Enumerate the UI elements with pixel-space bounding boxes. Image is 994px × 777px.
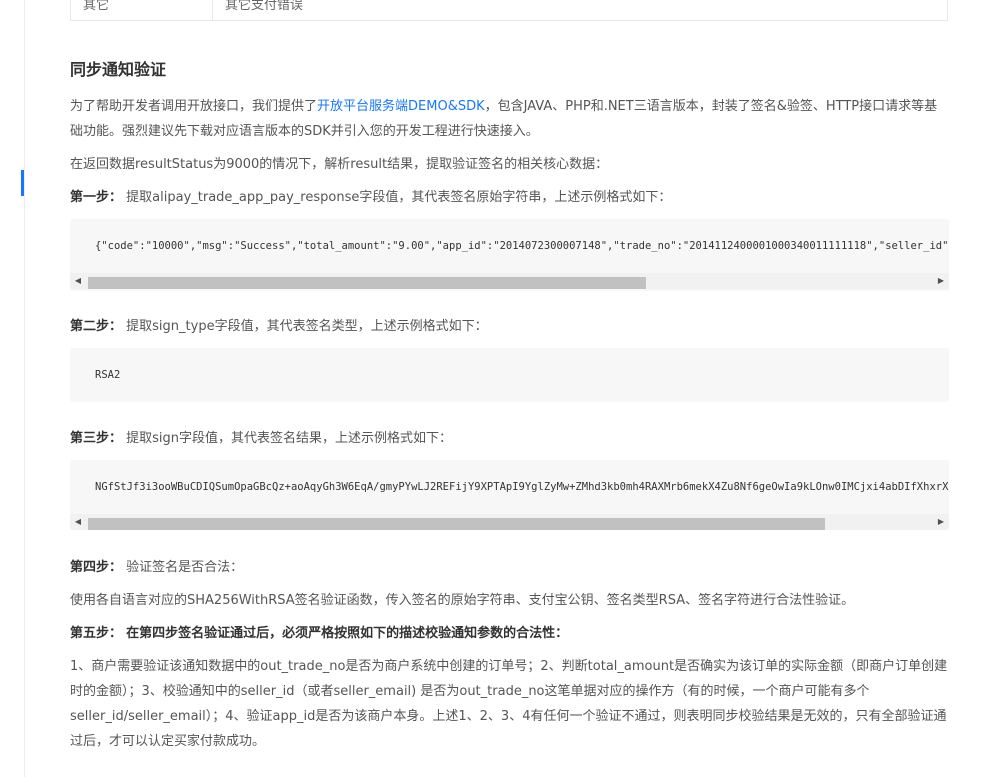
sdk-link[interactable]: 开放平台服务端DEMO&SDK (317, 99, 485, 114)
table-cell-code: 其它 (83, 0, 110, 13)
step2-label: 第二步： (70, 319, 123, 334)
intro-paragraph-2: 在返回数据resultStatus为9000的情况下，解析result结果，提取… (70, 157, 609, 172)
scroll-right-icon[interactable]: ▶ (936, 275, 946, 287)
scroll-left-icon[interactable]: ◀ (73, 275, 83, 287)
error-code-table-row: 其它 其它支付错误 (70, 0, 948, 21)
step3-text: 第三步： 提取sign字段值，其代表签名结果，上述示例格式如下： (70, 431, 453, 446)
code-sign-type: RSA2 (95, 369, 121, 381)
step4-description: 使用各自语言对应的SHA256WithRSA签名验证函数，传入签名的原始字符串、… (70, 593, 855, 608)
left-rail (24, 0, 25, 777)
table-cell-desc: 其它支付错误 (225, 0, 304, 13)
step3-label: 第三步： (70, 431, 123, 446)
code-block-sign-type: RSA2 (70, 348, 949, 402)
code-response: {"code":"10000","msg":"Success","total_a… (95, 240, 949, 252)
step1-label: 第一步： (70, 190, 123, 205)
section-title: 同步通知验证 (70, 60, 167, 79)
step1-text: 第一步： 提取alipay_trade_app_pay_response字段值，… (70, 190, 672, 205)
horizontal-scrollbar[interactable]: ◀ ▶ (70, 273, 949, 289)
step5-text: 第五步： 在第四步签名验证通过后，必须严格按照如下的描述校验通知参数的合法性： (70, 626, 569, 641)
step4-text: 第四步： 验证签名是否合法： (70, 560, 244, 575)
scroll-right-icon[interactable]: ▶ (936, 516, 946, 528)
step5-description: 1、商户需要验证该通知数据中的out_trade_no是否为商户系统中创建的订单… (70, 659, 948, 749)
active-anchor-marker (21, 170, 24, 196)
horizontal-scrollbar[interactable]: ◀ ▶ (70, 514, 949, 530)
code-block-response: {"code":"10000","msg":"Success","total_a… (70, 219, 949, 291)
step5-label: 第五步： (70, 626, 123, 641)
scroll-thumb[interactable] (88, 277, 646, 289)
code-sign: NGfStJf3i3ooWBuCDIQSumOpaGBcQz+aoAqyGh3W… (95, 481, 949, 493)
intro-paragraph: 为了帮助开发者调用开放接口，我们提供了开放平台服务端DEMO&SDK，包含JAV… (70, 99, 938, 139)
code-block-sign: NGfStJf3i3ooWBuCDIQSumOpaGBcQz+aoAqyGh3W… (70, 460, 949, 530)
scroll-thumb[interactable] (88, 518, 825, 530)
step2-text: 第二步： 提取sign_type字段值，其代表签名类型，上述示例格式如下： (70, 319, 488, 334)
scroll-left-icon[interactable]: ◀ (73, 516, 83, 528)
step4-label: 第四步： (70, 560, 123, 575)
